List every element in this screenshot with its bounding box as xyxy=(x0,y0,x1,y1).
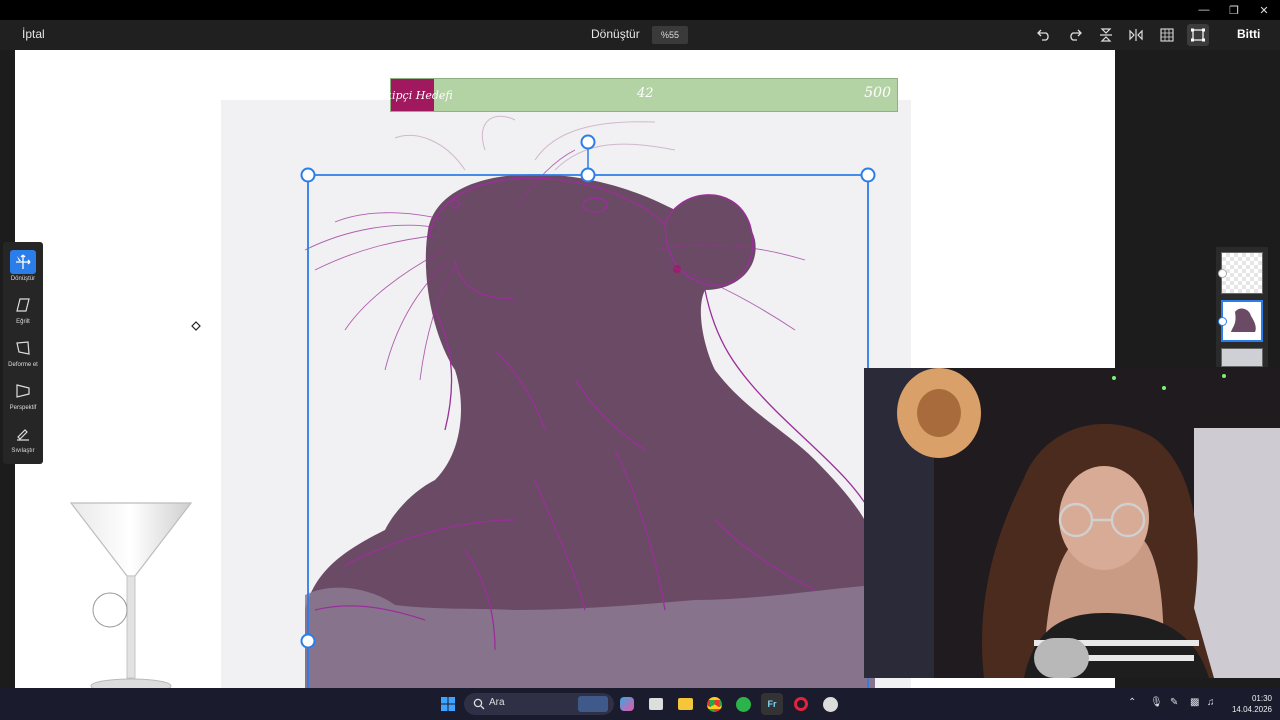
store-icon[interactable] xyxy=(645,693,667,715)
windows-taskbar: Ara Fr ⌃ 🎙 ✎ ▩ ♫ 01:30 14.04.2026 xyxy=(0,688,1280,720)
whatsapp-icon[interactable] xyxy=(732,693,754,715)
tool-distort[interactable]: Deforme et xyxy=(3,332,43,374)
tool-liquify-label: Sıvılaştır xyxy=(11,448,35,454)
transform-box-icon[interactable] xyxy=(1187,24,1209,46)
goal-current: 42 xyxy=(637,86,654,101)
taskbar-clock[interactable]: 01:30 14.04.2026 xyxy=(1226,693,1272,715)
tool-perspective-label: Perspektif xyxy=(9,405,37,411)
mode-title: Dönüştür xyxy=(591,27,640,41)
obs-icon[interactable] xyxy=(819,693,841,715)
edge-handle-top xyxy=(580,167,596,183)
restore-icon[interactable]: ❐ xyxy=(1218,0,1250,20)
chevron-up-icon[interactable]: ⌃ xyxy=(1128,697,1136,708)
tool-transform[interactable]: Dönüştür xyxy=(3,246,43,288)
corner-handle-top-right xyxy=(860,167,876,183)
copilot-icon[interactable] xyxy=(616,693,638,715)
close-icon[interactable]: ✕ xyxy=(1248,0,1280,20)
start-windows-icon[interactable] xyxy=(437,693,459,715)
layer-visibility-1[interactable] xyxy=(1218,269,1227,278)
pen-icon[interactable]: ✎ xyxy=(1170,697,1178,708)
cancel-button[interactable]: İptal xyxy=(22,27,45,41)
opera-icon[interactable] xyxy=(790,693,812,715)
martini-glass-overlay xyxy=(69,502,193,688)
liquify-icon xyxy=(10,422,36,446)
chrome-icon[interactable] xyxy=(703,693,725,715)
corner-handle-top-left xyxy=(300,167,316,183)
perspective-icon xyxy=(10,379,36,403)
pivot-marker-icon xyxy=(191,321,201,331)
webcam-scene xyxy=(864,368,1280,678)
webcam-overlay xyxy=(864,368,1280,678)
search-icon xyxy=(473,698,485,710)
volume-icon[interactable]: ♫ xyxy=(1207,697,1215,708)
done-button[interactable]: Bitti xyxy=(1237,27,1260,41)
skew-icon xyxy=(10,293,36,317)
goal-label: Takipçi Hedefi xyxy=(372,79,453,111)
fresco-icon[interactable]: Fr xyxy=(761,693,783,715)
tool-distort-label: Deforme et xyxy=(8,362,38,368)
grid-icon[interactable] xyxy=(1156,24,1178,46)
rotate-handle xyxy=(580,134,596,150)
layers-panel xyxy=(1216,247,1268,367)
tool-perspective[interactable]: Perspektif xyxy=(3,375,43,417)
tool-skew-label: Eğrilt xyxy=(16,319,30,325)
transform-toolbar: İptal Dönüştür %55 Bitti xyxy=(0,20,1280,50)
tool-transform-label: Dönüştür xyxy=(10,276,36,282)
layer-thumb-2[interactable] xyxy=(1221,300,1263,342)
undo-icon[interactable] xyxy=(1033,24,1055,46)
clock-date: 14.04.2026 xyxy=(1231,705,1272,714)
layer-visibility-2[interactable] xyxy=(1218,317,1227,326)
network-icon[interactable]: ▩ xyxy=(1190,697,1199,708)
flip-horizontal-icon[interactable] xyxy=(1125,24,1147,46)
redo-icon[interactable] xyxy=(1064,24,1086,46)
layer-thumb-3[interactable] xyxy=(1221,348,1263,367)
edge-handle-left xyxy=(300,633,316,649)
search-placeholder: Ara xyxy=(489,697,505,708)
tool-liquify[interactable]: Sıvılaştır xyxy=(3,418,43,460)
distort-icon xyxy=(10,336,36,360)
goal-target: 500 xyxy=(864,85,891,101)
search-highlight-image xyxy=(578,696,608,712)
microphone-icon[interactable]: 🎙 xyxy=(1150,697,1163,708)
flip-vertical-icon[interactable] xyxy=(1095,24,1117,46)
file-explorer-icon[interactable] xyxy=(674,693,696,715)
minimize-icon[interactable]: — xyxy=(1188,0,1220,20)
follower-goal-widget: Takipçi Hedefi 42 500 xyxy=(372,78,898,112)
tool-skew[interactable]: Eğrilt xyxy=(3,289,43,331)
layer-thumb-1[interactable] xyxy=(1221,252,1263,294)
clock-time: 01:30 xyxy=(1251,694,1272,703)
window-titlebar: — ❐ ✕ xyxy=(0,0,1280,20)
transform-tools-panel: Dönüştür Eğrilt Deforme et Perspektif Sı… xyxy=(3,242,43,464)
zoom-level[interactable]: %55 xyxy=(652,26,688,44)
taskbar-search[interactable]: Ara xyxy=(464,693,614,715)
move-arrows-icon xyxy=(10,250,36,274)
